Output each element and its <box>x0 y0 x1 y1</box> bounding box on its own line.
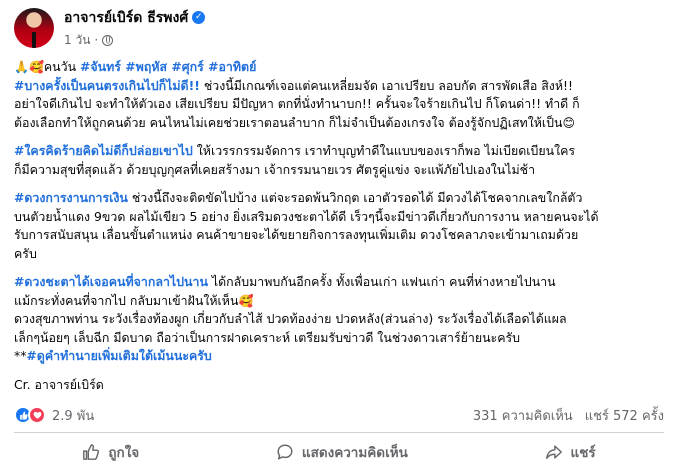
post-text: คนวัน <box>43 59 81 74</box>
hashtag-link[interactable]: #ดูคำทำนายเพิ่มเติมใต้เม้นนะครับ <box>26 348 211 363</box>
post-text: แม้กระทั่งคนที่จากไป กลับมาเข้าฝันให้เห็… <box>14 292 239 308</box>
post-line: Cr. อาจารย์เบิร์ด <box>14 376 666 395</box>
author-meta: อาจารย์เบิร์ด ธีรพงศ์ ✓ 1 วัน · <box>64 7 206 50</box>
post-text: รับการสนับสนุน เลื่อนขั้นตำแหน่ง คนค้าขา… <box>14 227 579 242</box>
post-paragraph: 🙏🥰คนวัน #จันทร์ #พฤหัส #ศุกร์ #อาทิตย์ #บ… <box>14 58 666 132</box>
post-header: อาจารย์เบิร์ด ธีรพงศ์ ✓ 1 วัน · <box>14 7 206 50</box>
post-text: ให้เวรรกรรมจัดการ เราทำบุญทำดีในแบบของเร… <box>192 143 576 158</box>
post-text: เล็กๆน้อยๆ เล็บฉีก มีดบาด ถือว่าเป็นการฝ… <box>14 329 521 345</box>
comment-label: แสดงความคิดเห็น <box>301 445 408 461</box>
post-actions: ถูกใจ แสดงความคิดเห็น แชร์ <box>14 436 664 468</box>
post-paragraph: #ดวงชะตาได้เจอคนที่จากลาไปนาน ได้กลับมาพ… <box>14 273 666 366</box>
post-line: ก็มีความสุขที่สุดแล้ว ด้วยบุญกุศลที่เคยส… <box>14 161 666 180</box>
reaction-summary[interactable]: 2.9 พัน <box>14 405 94 426</box>
post-line: อย่าใจดีเกินไป จะทำให้ตัวเอง เสียเปรียบ … <box>14 95 666 114</box>
post-line: ต้องเลือกทำให้ถูกคนด้วย คนไหนไม่เคยช่วยเ… <box>14 114 666 133</box>
post-text: ช่วงนี้ถึงจะติดขัดไปบ้าง แต่จะรอดพ้นวิกฤ… <box>127 190 583 205</box>
name-row: อาจารย์เบิร์ด ธีรพงศ์ ✓ <box>64 7 206 29</box>
post-subline: 1 วัน · <box>64 31 205 50</box>
post-body: 🙏🥰คนวัน #จันทร์ #พฤหัส #ศุกร์ #อาทิตย์ #บ… <box>14 58 666 404</box>
post-line: **#ดูคำทำนายเพิ่มเติมใต้เม้นนะครับ <box>14 347 666 366</box>
emoji: 😊 <box>562 115 576 130</box>
post-text: ได้กลับมาพบกันอีกครั้ง ทั้งเพื่อนเก่า แฟ… <box>207 274 556 289</box>
post-line: บนตัวยน้ำแดง 9ขวด ผลไม้เขียว 5 อย่าง ยิ่… <box>14 208 666 227</box>
comment-count[interactable]: 331 ความคิดเห็น <box>473 405 573 426</box>
facebook-post: อาจารย์เบิร์ด ธีรพงศ์ ✓ 1 วัน · 🙏🥰คนวัน … <box>0 0 673 469</box>
hashtag-link[interactable]: #จันทร์ #พฤหัส #ศุกร์ #อาทิตย์ <box>80 59 256 74</box>
reactions-bar: 2.9 พัน 331 ความคิดเห็น แชร์ 572 ครั้ง <box>14 405 664 425</box>
author-name[interactable]: อาจารย์เบิร์ด ธีรพงศ์ <box>64 7 188 29</box>
post-paragraph: #ใครคิดร้ายคิดไม่ดีก็ปล่อยเขาไป ให้เวรรก… <box>14 142 666 179</box>
hashtag-link[interactable]: #ใครคิดร้ายคิดไม่ดีก็ปล่อยเขาไป <box>14 143 193 158</box>
actions-divider <box>14 432 664 433</box>
post-line: ครับ <box>14 245 666 264</box>
post-line: #ใครคิดร้ายคิดไม่ดีก็ปล่อยเขาไป ให้เวรรก… <box>14 142 666 161</box>
post-text: Cr. อาจารย์เบิร์ด <box>14 376 104 392</box>
post-line: ดวงสุขภาพท่าน ระวังเรื่องท้องผูก เกี่ยวก… <box>14 310 666 329</box>
share-arrow-icon <box>545 445 562 460</box>
public-globe-icon[interactable] <box>102 34 114 46</box>
post-paragraph: Cr. อาจารย์เบิร์ด <box>14 376 666 395</box>
hashtag-link[interactable]: #บางครั้งเป็นคนตรงเกินไปก็ไม่ดี!! <box>14 78 200 93</box>
time-separator: · <box>94 33 99 47</box>
hashtag-link[interactable]: #ดวงการงานการเงิน <box>14 190 128 205</box>
post-text: ช่วงนี้มีเกณฑ์เจอแต่คนเหลี่ยมจัด เอาเปรี… <box>199 77 573 93</box>
post-text: ดวงสุขภาพท่าน ระวังเรื่องท้องผูก เกี่ยวก… <box>14 311 567 326</box>
comment-button[interactable]: แสดงความคิดเห็น <box>264 437 420 467</box>
like-label: ถูกใจ <box>108 445 140 461</box>
share-button[interactable]: แชร์ <box>533 437 608 467</box>
post-text: อย่าใจดีเกินไป จะทำให้ตัวเอง เสียเปรียบ … <box>14 96 580 111</box>
post-text: ครับ <box>14 245 37 261</box>
share-count[interactable]: แชร์ 572 ครั้ง <box>585 405 664 426</box>
post-paragraph: #ดวงการงานการเงิน ช่วงนี้ถึงจะติดขัดไปบ้… <box>14 189 666 263</box>
post-text: ** <box>14 348 27 363</box>
share-label: แชร์ <box>570 445 596 461</box>
post-line: #ดวงชะตาได้เจอคนที่จากลาไปนาน ได้กลับมาพ… <box>14 273 666 292</box>
reaction-count[interactable]: 2.9 พัน <box>52 405 94 426</box>
post-text: ต้องเลือกทำให้ถูกคนด้วย คนไหนไม่เคยช่วยเ… <box>14 114 563 130</box>
hashtag-link[interactable]: #ดวงชะตาได้เจอคนที่จากลาไปนาน <box>14 274 208 289</box>
verified-badge-icon: ✓ <box>192 11 206 24</box>
post-line: 🙏🥰คนวัน #จันทร์ #พฤหัส #ศุกร์ #อาทิตย์ <box>14 58 666 77</box>
like-button[interactable]: ถูกใจ <box>70 437 151 467</box>
post-line: #บางครั้งเป็นคนตรงเกินไปก็ไม่ดี!! ช่วงนี… <box>14 77 666 96</box>
emoji: 🥰 <box>238 293 254 308</box>
engagement-counts: 331 ความคิดเห็น แชร์ 572 ครั้ง <box>473 405 664 426</box>
author-avatar[interactable] <box>14 8 54 48</box>
speech-bubble-icon <box>277 444 293 460</box>
post-line: รับการสนับสนุน เลื่อนขั้นตำแหน่ง คนค้าขา… <box>14 226 666 245</box>
post-line: เล็กๆน้อยๆ เล็บฉีก มีดบาด ถือว่าเป็นการฝ… <box>14 329 666 348</box>
post-line: #ดวงการงานการเงิน ช่วงนี้ถึงจะติดขัดไปบ้… <box>14 189 666 208</box>
post-text: บนตัวยน้ำแดง 9ขวด ผลไม้เขียว 5 อย่าง ยิ่… <box>14 208 599 224</box>
post-line: แม้กระทั่งคนที่จากไป กลับมาเข้าฝันให้เห็… <box>14 292 666 311</box>
love-icon <box>28 406 46 424</box>
emoji: 🙏🥰 <box>14 60 44 74</box>
post-time[interactable]: 1 วัน <box>64 31 90 50</box>
post-text: ก็มีความสุขที่สุดแล้ว ด้วยบุญกุศลที่เคยส… <box>14 161 536 177</box>
thumbs-up-icon <box>83 444 100 460</box>
